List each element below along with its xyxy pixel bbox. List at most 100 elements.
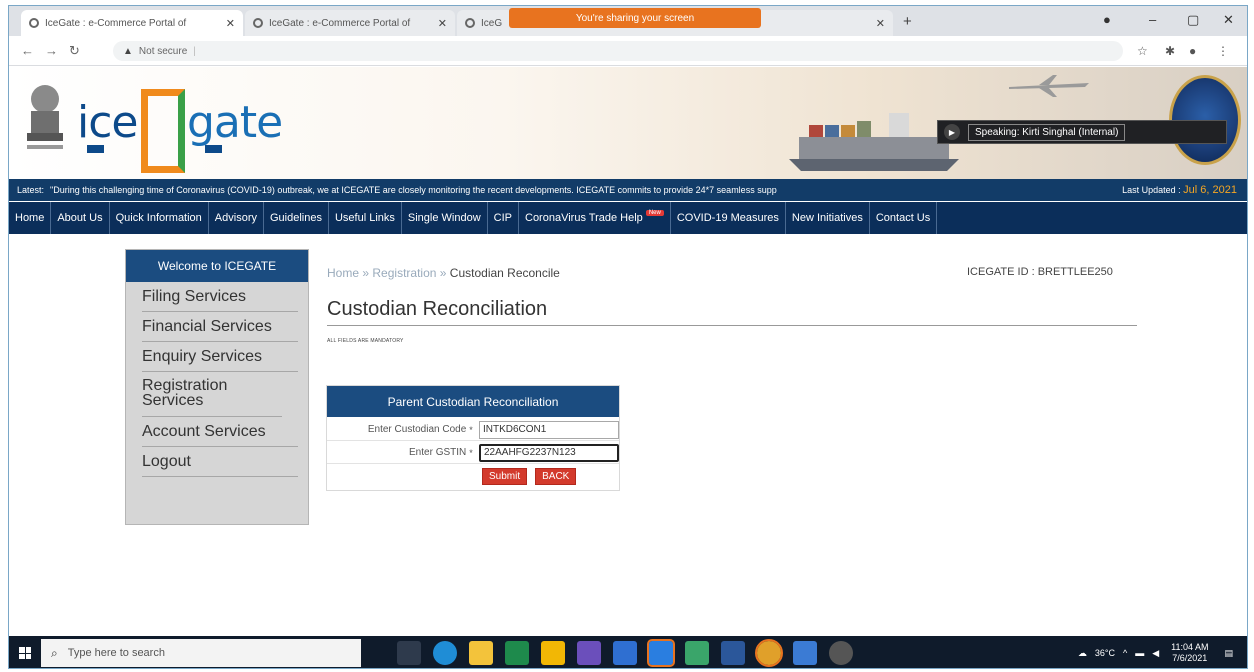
logo-ice-text: ice [77, 97, 138, 148]
url-separator: | [193, 45, 196, 57]
custodian-code-input[interactable] [479, 420, 619, 439]
reload-icon[interactable]: ↻ [69, 43, 80, 59]
last-updated-date: Jul 6, 2021 [1183, 184, 1237, 196]
settings-gear-icon[interactable] [829, 641, 853, 665]
title-divider [327, 325, 1137, 326]
submit-button[interactable]: Submit [482, 467, 528, 485]
sidebar-item-registration-services[interactable]: Registration Services [142, 372, 282, 417]
nav-coronavirus-trade-help[interactable]: CoronaVirus Trade Help New [519, 202, 671, 234]
national-emblem-icon [27, 85, 63, 149]
browser-tab-1[interactable]: IceGate : e-Commerce Portal of ✕ [21, 10, 243, 36]
url-field[interactable]: ▲ Not secure | [113, 41, 1123, 61]
task-view-icon[interactable] [397, 641, 421, 665]
logo-tag-left [87, 145, 105, 153]
taskbar-search[interactable]: ⌕ Type here to search [41, 639, 361, 667]
required-mark: * [469, 447, 473, 458]
network-icon[interactable]: ▬ [1135, 648, 1144, 658]
edge-icon[interactable] [433, 641, 457, 665]
account-icon[interactable]: ● [1189, 44, 1196, 58]
breadcrumb-registration[interactable]: Registration [372, 266, 436, 280]
main-nav: Home About Us Quick Information Advisory… [9, 202, 1247, 234]
forward-arrow-icon[interactable]: → [45, 43, 58, 58]
sidebar-item-filing-services[interactable]: Filing Services [142, 282, 298, 312]
gstin-input[interactable] [479, 443, 619, 462]
news-ticker: Latest: "During this challenging time of… [9, 179, 1247, 201]
reconciliation-form: Parent Custodian Reconciliation Enter Cu… [326, 385, 620, 491]
site-icon [253, 18, 263, 28]
browser-tab-2[interactable]: IceGate : e-Commerce Portal of ✕ [245, 10, 455, 36]
nav-single-window[interactable]: Single Window [402, 202, 488, 234]
bookmark-star-icon[interactable]: ☆ [1137, 44, 1148, 58]
logo-tag-right [205, 145, 223, 153]
taskbar-apps [391, 639, 859, 667]
form-heading: Parent Custodian Reconciliation [327, 386, 619, 417]
gstin-row: Enter GSTIN * [327, 442, 619, 464]
profile-icon[interactable]: ● [1103, 12, 1111, 27]
sidebar-item-financial-services[interactable]: Financial Services [142, 312, 298, 342]
temperature[interactable]: 36°C [1095, 648, 1115, 658]
nav-covid-measures[interactable]: COVID-19 Measures [671, 202, 786, 234]
sidebar-item-logout[interactable]: Logout [142, 447, 298, 477]
app-icon[interactable] [613, 641, 637, 665]
tab-title: IceGate : e-Commerce Portal of [269, 17, 411, 29]
weather-icon[interactable]: ☁ [1078, 648, 1087, 659]
nav-new-initiatives[interactable]: New Initiatives [786, 202, 870, 234]
nav-coronavirus-label: CoronaVirus Trade Help [525, 212, 643, 224]
outlook-icon[interactable] [647, 639, 675, 667]
nav-guidelines[interactable]: Guidelines [264, 202, 329, 234]
word-icon[interactable] [721, 641, 745, 665]
mandatory-note: ALL FIELDS ARE MANDATORY [327, 338, 404, 344]
extensions-icon[interactable]: ✱ [1165, 44, 1175, 58]
app-icon[interactable] [793, 641, 817, 665]
site-icon [29, 18, 39, 28]
sticky-notes-icon[interactable] [541, 641, 565, 665]
new-tab-icon[interactable]: + [903, 13, 912, 30]
breadcrumb: Home » Registration » Custodian Reconcil… [327, 266, 560, 280]
close-icon[interactable]: ✕ [220, 17, 235, 30]
nav-contact-us[interactable]: Contact Us [870, 202, 938, 234]
close-icon[interactable]: ✕ [432, 17, 447, 30]
volume-icon[interactable]: ◀ [1152, 648, 1159, 659]
speaker-text: Speaking: Kirti Singhal (Internal) [968, 123, 1126, 141]
sidebar-item-enquiry-services[interactable]: Enquiry Services [142, 342, 298, 372]
breadcrumb-home[interactable]: Home [327, 266, 359, 280]
sidebar: Welcome to ICEGATE Filing Services Finan… [125, 249, 309, 525]
speaker-icon: ▶ [944, 124, 960, 140]
clock[interactable]: 11:04 AM 7/6/2021 [1171, 642, 1208, 664]
app-icon[interactable] [685, 641, 709, 665]
main-content: Welcome to ICEGATE Filing Services Finan… [9, 234, 1247, 636]
security-label: Not secure [138, 45, 188, 57]
teams-icon[interactable] [577, 641, 601, 665]
required-mark: * [469, 424, 473, 435]
minimize-icon[interactable]: – [1149, 12, 1156, 27]
nav-cip[interactable]: CIP [488, 202, 519, 234]
nav-quick-information[interactable]: Quick Information [110, 202, 209, 234]
speaker-indicator: ▶ Speaking: Kirti Singhal (Internal) [937, 120, 1227, 144]
nav-home[interactable]: Home [9, 202, 52, 234]
back-arrow-icon[interactable]: ← [21, 43, 34, 58]
menu-dots-icon[interactable]: ⋮ [1217, 44, 1229, 58]
start-button[interactable] [9, 636, 41, 668]
window-close-icon[interactable]: ✕ [1223, 12, 1234, 28]
nav-about-us[interactable]: About Us [51, 202, 110, 234]
maximize-icon[interactable]: ▢ [1187, 12, 1199, 28]
notification-icon[interactable]: ▤ [1224, 648, 1233, 659]
excel-icon[interactable] [505, 641, 529, 665]
tab-title: IceGate : e-Commerce Portal of [45, 17, 187, 29]
windows-logo-icon [19, 647, 31, 659]
ticker-message[interactable]: "During this challenging time of Coronav… [50, 185, 1112, 195]
airplane-icon [1009, 75, 1089, 97]
sidebar-item-account-services[interactable]: Account Services [142, 417, 298, 447]
nav-advisory[interactable]: Advisory [209, 202, 264, 234]
site-header: ice gate ▶ Speaking: Kirti Singhal (Inte… [9, 67, 1247, 179]
breadcrumb-separator: » [362, 266, 370, 280]
breadcrumb-separator: » [439, 266, 447, 280]
clock-date: 7/6/2021 [1172, 653, 1208, 663]
chrome-icon[interactable] [755, 639, 783, 667]
nav-useful-links[interactable]: Useful Links [329, 202, 402, 234]
back-button[interactable]: BACK [535, 467, 577, 485]
file-explorer-icon[interactable] [469, 641, 493, 665]
tray-chevron-icon[interactable]: ^ [1123, 648, 1127, 658]
last-updated-label: Last Updated : [1122, 185, 1181, 195]
close-icon[interactable]: ✕ [870, 17, 885, 30]
